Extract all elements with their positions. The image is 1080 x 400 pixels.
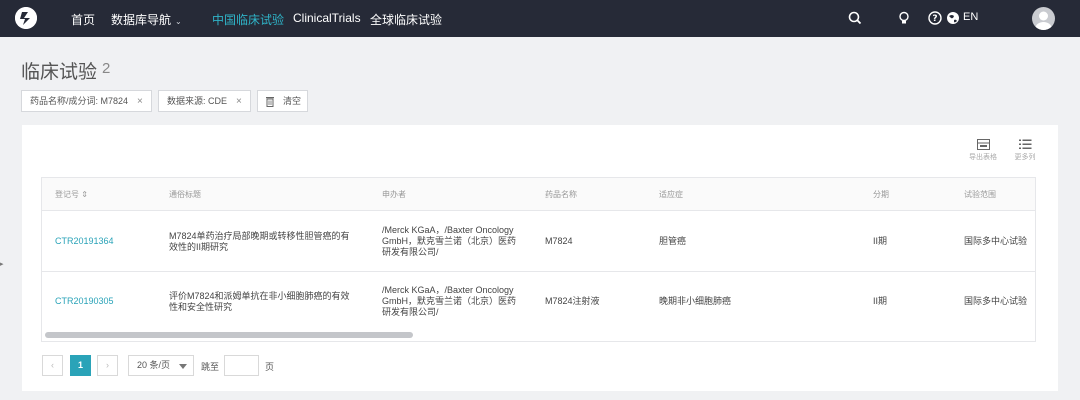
trial-sponsor-line: GmbH，默克雪兰诺（北京）医药 <box>382 296 517 306</box>
nav-global-trials[interactable]: 全球临床试验 <box>370 11 442 28</box>
caret-down-icon <box>179 364 187 369</box>
page-jump-input[interactable] <box>224 355 259 376</box>
more-columns-label: 更多列 <box>1014 154 1036 161</box>
trial-title-line: 评价M7824和派姆单抗在非小细胞肺癌的有效 <box>169 291 350 301</box>
nav-database-label: 数据库导航 <box>111 13 172 27</box>
trial-sponsor-line: GmbH，默克雪兰诺（北京）医药 <box>382 236 517 246</box>
horizontal-scrollbar[interactable] <box>45 332 413 338</box>
nav-clinicaltrials[interactable]: ClinicalTrials <box>293 11 361 25</box>
column-header-indication: 适应症 <box>659 190 683 199</box>
export-table-label: 导出表格 <box>969 154 997 161</box>
trial-title-line: M7824单药治疗局部晚期或转移性胆管癌的有 <box>169 231 350 241</box>
close-icon[interactable]: × <box>236 96 242 107</box>
trial-scope: 国际多中心试验 <box>964 236 1028 246</box>
filter-chip-drug[interactable]: 药品名称/成分词: M7824 × <box>21 90 152 112</box>
filter-chip-label: 数据来源: CDE <box>167 96 228 106</box>
globe-icon[interactable] <box>945 10 961 26</box>
trial-title-line: 性和安全性研究 <box>169 302 233 312</box>
trial-reg-no-link[interactable]: CTR20190305 <box>55 296 114 307</box>
page-size-value: 20 条/页 <box>137 360 171 370</box>
trial-indication: 胆管癌 <box>659 236 687 246</box>
export-table-button[interactable]: 导出表格 <box>966 139 1000 162</box>
lightbulb-icon[interactable] <box>896 10 912 26</box>
trial-indication: 晚期非小细胞肺癌 <box>659 296 732 306</box>
next-page-button[interactable]: › <box>97 355 118 376</box>
trial-phase: II期 <box>873 236 888 246</box>
nav-china-trials[interactable]: 中国临床试验 <box>212 11 284 28</box>
trial-sponsor: /Merck KGaA，/Baxter Oncology GmbH，默克雪兰诺（… <box>382 285 516 318</box>
page-button-current[interactable]: 1 <box>70 355 91 376</box>
language-switch[interactable]: EN <box>963 11 978 23</box>
trial-title: M7824单药治疗局部晚期或转移性胆管癌的有 效性的II期研究 <box>169 231 350 253</box>
trial-title-line: 效性的II期研究 <box>169 242 229 252</box>
column-header-scope: 试验范围 <box>964 190 996 199</box>
search-icon[interactable] <box>847 10 863 26</box>
svg-text:?: ? <box>932 14 937 24</box>
nav-home[interactable]: 首页 <box>71 11 95 28</box>
clear-filters-label: 清空 <box>283 96 302 106</box>
page-title: 临床试验 <box>21 62 98 83</box>
trial-sponsor-line: /Merck KGaA，/Baxter Oncology <box>382 225 514 235</box>
trial-reg-no-link[interactable]: CTR20191364 <box>55 236 114 247</box>
trial-title: 评价M7824和派姆单抗在非小细胞肺癌的有效 性和安全性研究 <box>169 291 350 313</box>
column-header-sponsor: 申办者 <box>382 190 406 199</box>
trial-sponsor-line: 研发有限公司/ <box>382 247 439 257</box>
top-nav-bar: 首页 数据库导航 ⌄ 中国临床试验 ClinicalTrials 全球临床试验 ?… <box>0 0 1080 37</box>
trash-icon <box>266 97 274 107</box>
trial-phase: II期 <box>873 296 888 306</box>
filter-chip-source[interactable]: 数据来源: CDE × <box>158 90 251 112</box>
nav-database[interactable]: 数据库导航 ⌄ <box>111 11 182 28</box>
logo-icon[interactable] <box>15 7 37 29</box>
prev-page-button[interactable]: ‹ <box>42 355 63 376</box>
export-icon <box>976 139 990 150</box>
row-divider <box>42 271 1035 272</box>
column-header-title: 通俗标题 <box>169 190 201 199</box>
column-header-drug: 药品名称 <box>545 190 577 199</box>
result-count: 2 <box>102 60 111 77</box>
side-panel-toggle[interactable]: ▸ <box>0 258 7 272</box>
column-header-reg-no[interactable]: 登记号 ⇕ <box>55 178 88 211</box>
page-suffix-label: 页 <box>265 362 275 372</box>
trials-table: 登记号 ⇕ 通俗标题 申办者 药品名称 适应症 分期 试验范围 CTR20191… <box>41 177 1036 342</box>
clear-filters-button[interactable]: 清空 <box>257 90 308 112</box>
filter-chip-label: 药品名称/成分词: M7824 <box>30 96 129 106</box>
trial-sponsor-line: /Merck KGaA，/Baxter Oncology <box>382 285 514 295</box>
page-size-select[interactable]: 20 条/页 <box>128 355 194 376</box>
column-header-phase: 分期 <box>873 190 889 199</box>
close-icon[interactable]: × <box>137 96 143 107</box>
trial-drug: M7824注射液 <box>545 296 600 306</box>
trial-sponsor-line: 研发有限公司/ <box>382 307 439 317</box>
trial-scope: 国际多中心试验 <box>964 296 1028 306</box>
chevron-down-icon: ⌄ <box>175 17 182 26</box>
avatar[interactable] <box>1032 7 1055 30</box>
trial-sponsor: /Merck KGaA，/Baxter Oncology GmbH，默克雪兰诺（… <box>382 225 516 258</box>
jump-label: 跳至 <box>201 362 220 372</box>
help-icon[interactable]: ? <box>927 10 943 26</box>
list-icon <box>1018 139 1031 149</box>
more-columns-button[interactable]: 更多列 <box>1008 139 1042 162</box>
trial-drug: M7824 <box>545 236 573 246</box>
